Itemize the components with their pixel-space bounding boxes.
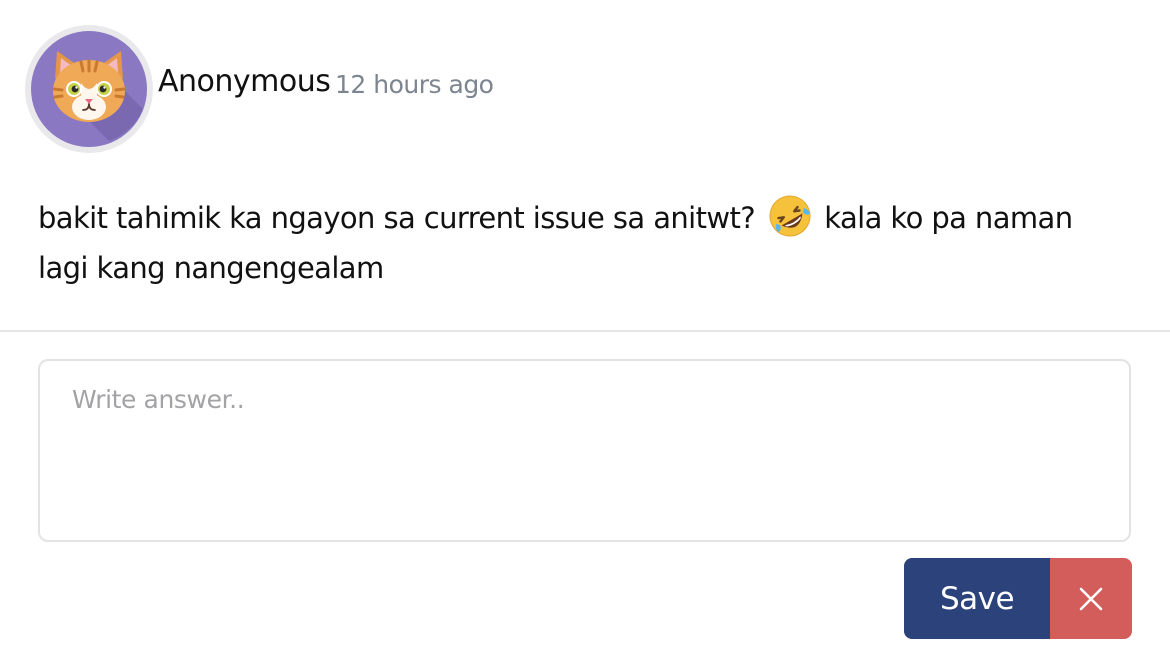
cat-avatar-icon xyxy=(31,31,147,147)
avatar[interactable] xyxy=(25,25,153,153)
question-card: Anonymous 12 hours ago bakit tahimik ka … xyxy=(0,0,1170,663)
answer-input[interactable] xyxy=(38,359,1131,542)
author-name: Anonymous xyxy=(158,64,331,99)
close-icon xyxy=(1079,587,1103,610)
cancel-button[interactable] xyxy=(1050,558,1132,639)
save-button[interactable]: Save xyxy=(904,558,1050,639)
answer-actions: Save xyxy=(904,558,1132,639)
post-timestamp: 12 hours ago xyxy=(335,70,494,99)
question-text: bakit tahimik ka ngayon sa current issue… xyxy=(38,193,1128,293)
rolling-on-floor-laughing-emoji-icon xyxy=(769,195,811,237)
question-text-part-1: bakit tahimik ka ngayon sa current issue… xyxy=(38,201,764,235)
divider xyxy=(0,330,1170,332)
